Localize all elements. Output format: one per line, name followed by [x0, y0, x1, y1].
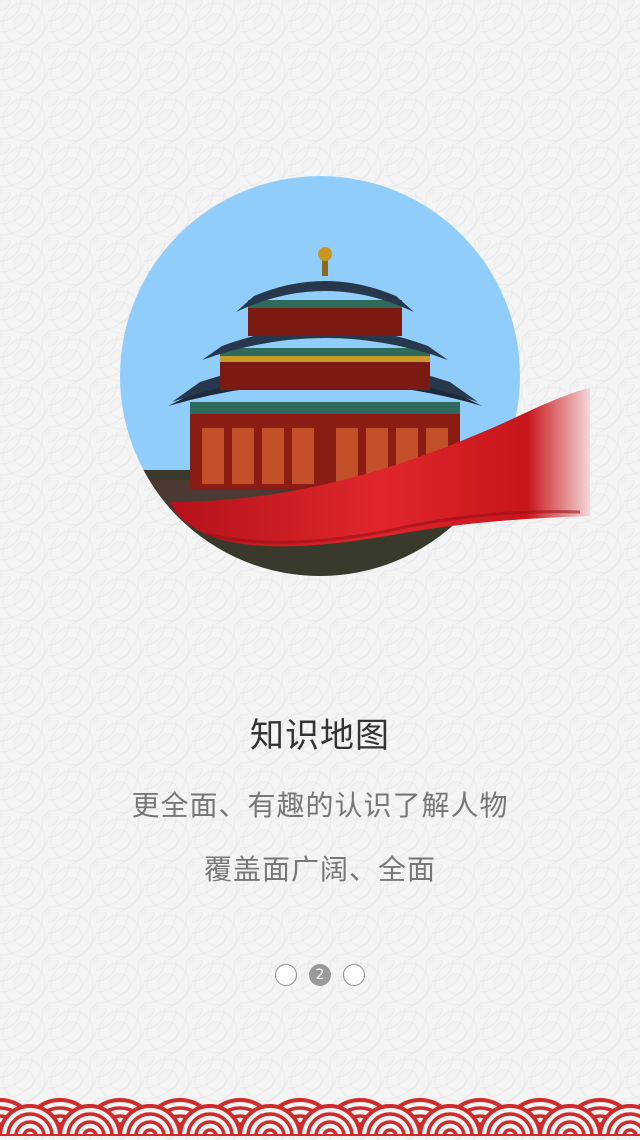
page-dot-1[interactable] — [275, 964, 297, 986]
temple-of-heaven-illustration — [110, 170, 600, 590]
onboarding-screen: 知识地图 更全面、有趣的认识了解人物 覆盖面广阔、全面 2 — [0, 0, 640, 1138]
page-indicator: 2 — [0, 964, 640, 990]
page-dot-2-active[interactable]: 2 — [309, 964, 331, 986]
page-title: 知识地图 — [250, 716, 390, 756]
subtitle-line-1: 更全面、有趣的认识了解人物 — [131, 789, 509, 822]
page-dot-3[interactable] — [343, 964, 365, 986]
subtitle-line-2: 覆盖面广阔、全面 — [203, 853, 436, 886]
wave-pattern-footer — [0, 1080, 640, 1138]
